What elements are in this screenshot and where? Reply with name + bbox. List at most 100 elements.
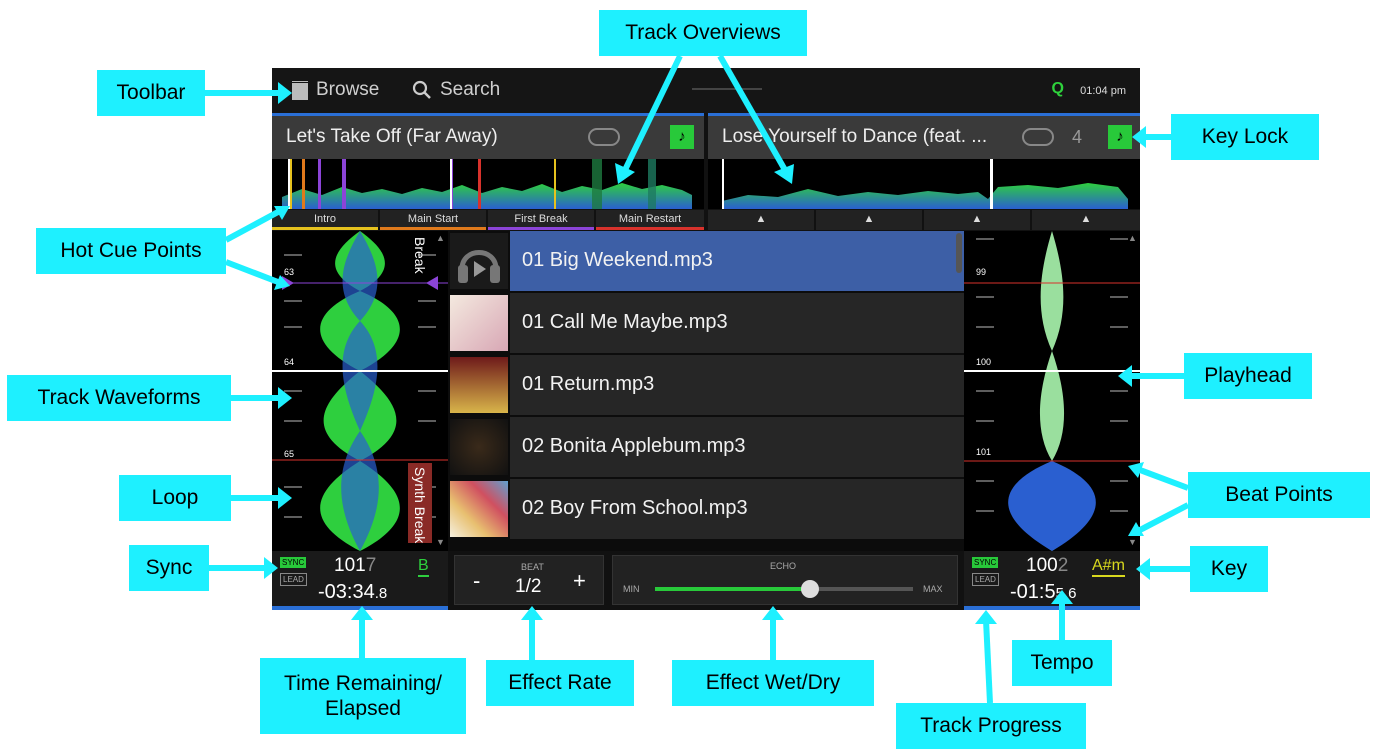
hot-cue-3[interactable]: ▲	[924, 210, 1030, 230]
list-item[interactable]: 01 Call Me Maybe.mp3	[448, 293, 964, 353]
callout-playhead: Playhead	[1184, 353, 1312, 399]
browse-button[interactable]: Browse	[292, 79, 379, 101]
hot-cue-2[interactable]: ▲	[816, 210, 922, 230]
hot-cue-1[interactable]: ▲	[708, 210, 814, 230]
callout-track-overviews: Track Overviews	[599, 10, 807, 56]
toolbar-center-line	[692, 88, 762, 90]
list-item-body[interactable]: 01 Call Me Maybe.mp3	[510, 293, 964, 353]
album-art	[450, 481, 508, 537]
callout-beat-points: Beat Points	[1188, 472, 1370, 518]
fx-name: ECHO	[770, 561, 797, 571]
search-label: Search	[440, 79, 501, 100]
loop-icon[interactable]	[1022, 128, 1054, 146]
list-item[interactable]: 02 Boy From School.mp3	[448, 479, 964, 539]
lead-button[interactable]: LEAD	[972, 573, 999, 586]
section-label-break: Break	[412, 237, 428, 274]
scroll-down-icon: ▼	[436, 537, 445, 547]
effect-wet-dry-box[interactable]: ECHO MIN MAX	[612, 555, 958, 605]
callout-loop: Loop	[119, 475, 231, 521]
list-scrollbar[interactable]	[956, 233, 962, 273]
track-name: 01 Return.mp3	[522, 373, 655, 395]
deck-left-title: Let's Take Off (Far Away)	[286, 126, 498, 147]
hot-cue-2[interactable]: Main Start	[380, 210, 486, 230]
beat-marker-64: 64	[284, 357, 295, 367]
hot-cue-bar-right: ▲ ▲ ▲ ▲	[708, 210, 1140, 230]
beat-marker-99: 99	[976, 267, 987, 277]
key-value[interactable]: B	[418, 557, 429, 577]
track-name: 01 Call Me Maybe.mp3	[522, 311, 728, 333]
key-value[interactable]: A#m	[1092, 557, 1125, 577]
overview-left-waveform	[282, 159, 692, 209]
deck-right-info: SYNC LEAD 1002 A#m -01:55.6	[964, 551, 1140, 610]
rate-plus-button[interactable]: +	[573, 568, 586, 594]
key-lock-icon[interactable]: ♪	[1108, 125, 1132, 149]
hot-cue-4[interactable]: Main Restart	[596, 210, 704, 230]
track-name: 02 Boy From School.mp3	[522, 497, 748, 519]
hot-cue-4[interactable]: ▲	[1032, 210, 1140, 230]
deck-left-header[interactable]: Let's Take Off (Far Away) ♪	[272, 116, 704, 159]
hot-cue-1[interactable]: Intro	[272, 210, 378, 230]
track-progress-right	[964, 606, 1140, 610]
album-art	[450, 419, 508, 475]
loop-count: 4	[1072, 127, 1083, 147]
callout-key: Key	[1190, 546, 1268, 592]
callout-effect-rate: Effect Rate	[486, 660, 634, 706]
list-item-body[interactable]: 01 Big Weekend.mp3	[510, 231, 964, 291]
beat-marker-63: 63	[284, 267, 295, 277]
beat-marker-101: 101	[976, 447, 992, 457]
scroll-up-icon: ▲	[1128, 233, 1137, 243]
effects-panel: - BEAT 1/2 + ECHO MIN MAX	[448, 551, 964, 610]
deck-left-info: SYNC LEAD 1017 B -03:34.8	[272, 551, 448, 610]
lead-button[interactable]: LEAD	[280, 573, 307, 586]
tempo-value: 1017	[334, 555, 377, 576]
overview-right-waveform	[722, 159, 1128, 209]
album-art	[450, 233, 508, 289]
toolbar: Browse Search Q 01:04 pm	[272, 68, 1140, 113]
callout-tempo: Tempo	[1012, 640, 1112, 686]
rate-minus-button[interactable]: -	[473, 568, 480, 594]
waveform-right-graphic	[964, 231, 1140, 551]
hot-cue-bar-left: Intro Main Start First Break Main Restar…	[272, 210, 704, 230]
beat-marker-65: 65	[284, 449, 295, 459]
list-item-body[interactable]: 01 Return.mp3	[510, 355, 964, 415]
quantize-icon[interactable]: Q	[1052, 80, 1064, 98]
loop-icon[interactable]	[588, 128, 620, 146]
callout-track-progress: Track Progress	[896, 703, 1086, 749]
track-overview-right[interactable]	[708, 159, 1140, 209]
section-label-synth-break: Synth Break	[412, 467, 428, 544]
deck-right-header[interactable]: Lose Yourself to Dance (feat. ... 4 ♪	[708, 116, 1140, 159]
max-label: MAX	[923, 584, 943, 594]
search-button[interactable]: Search	[412, 79, 500, 101]
album-art	[450, 295, 508, 351]
dj-screen: Browse Search Q 01:04 pm Let's Take Off …	[272, 68, 1140, 610]
track-name: 02 Bonita Applebum.mp3	[522, 435, 746, 457]
search-icon	[412, 80, 431, 99]
sync-button[interactable]: SYNC	[280, 557, 307, 568]
hot-cue-3[interactable]: First Break	[488, 210, 594, 230]
list-item-body[interactable]: 02 Bonita Applebum.mp3	[510, 417, 964, 477]
list-item[interactable]: 01 Return.mp3	[448, 355, 964, 415]
stack-icon	[292, 80, 308, 100]
track-overview-left[interactable]	[272, 159, 704, 209]
scroll-up-icon: ▲	[436, 233, 445, 243]
callout-hot-cue-points: Hot Cue Points	[36, 228, 226, 274]
clock: 01:04 pm	[1080, 85, 1126, 97]
browse-label: Browse	[316, 79, 380, 100]
track-waveform-right[interactable]: 99 100 101 ▲ ▼	[964, 231, 1140, 551]
callout-track-waveforms: Track Waveforms	[7, 375, 231, 421]
sync-button[interactable]: SYNC	[972, 557, 999, 568]
list-item[interactable]: 02 Bonita Applebum.mp3	[448, 417, 964, 477]
beat-label: BEAT	[521, 562, 544, 572]
time-remaining: -03:34.8	[318, 581, 388, 603]
min-label: MIN	[623, 584, 640, 594]
effect-rate-box[interactable]: - BEAT 1/2 +	[454, 555, 604, 605]
scroll-down-icon: ▼	[1128, 537, 1137, 547]
list-item[interactable]: 01 Big Weekend.mp3	[448, 231, 964, 291]
track-waveform-left[interactable]: 63 64 65 Break Synth Break ▲ ▼	[272, 231, 448, 551]
wet-dry-fill	[655, 587, 810, 591]
track-list[interactable]: 01 Big Weekend.mp3 01 Call Me Maybe.mp3 …	[448, 231, 964, 551]
key-lock-icon[interactable]: ♪	[670, 125, 694, 149]
wet-dry-knob[interactable]	[800, 580, 819, 598]
callout-sync: Sync	[129, 545, 209, 591]
list-item-body[interactable]: 02 Boy From School.mp3	[510, 479, 964, 539]
